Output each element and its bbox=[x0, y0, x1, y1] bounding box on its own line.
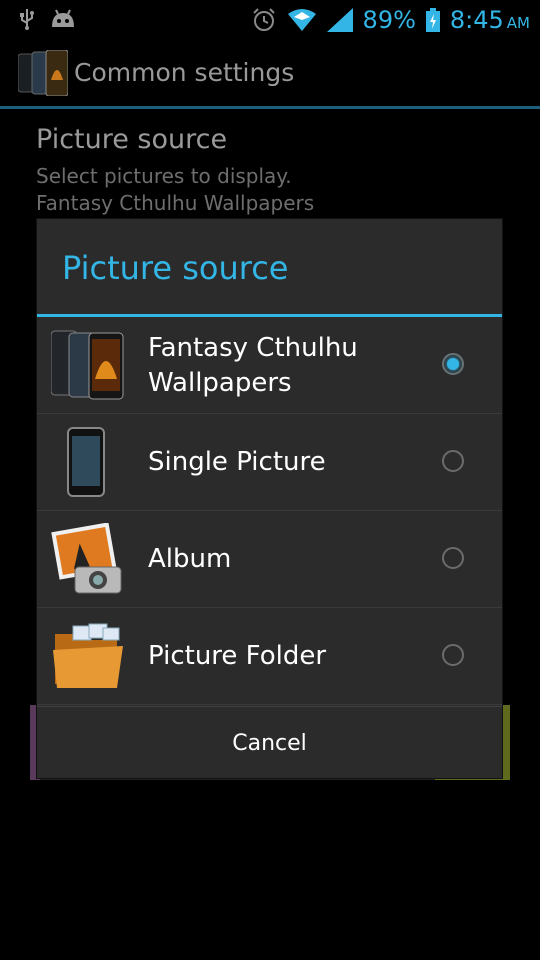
usb-icon bbox=[20, 9, 34, 30]
battery-charging-icon bbox=[425, 8, 440, 32]
preference-title: Picture source bbox=[36, 124, 228, 155]
wifi-icon bbox=[287, 9, 316, 31]
option-label: Picture Folder bbox=[148, 641, 327, 671]
cancel-button[interactable]: Cancel bbox=[37, 706, 502, 779]
actionbar-divider bbox=[0, 106, 540, 109]
option-label: Fantasy Cthulhu Wallpapers bbox=[148, 333, 358, 398]
alarm-icon bbox=[252, 8, 275, 31]
photo-album-icon bbox=[51, 523, 122, 594]
battery-percent: 89% bbox=[362, 6, 416, 34]
option-fantasy-cthulhu-wallpapers[interactable]: Fantasy Cthulhu Wallpapers bbox=[37, 317, 502, 414]
radio-unselected[interactable] bbox=[442, 644, 464, 666]
wallpaper-phones-icon bbox=[51, 330, 124, 400]
dialog-title: Picture source bbox=[62, 249, 289, 287]
option-single-picture[interactable]: Single Picture bbox=[37, 414, 502, 511]
app-icon[interactable] bbox=[18, 50, 68, 96]
preference-summary: Select pictures to display. Fantasy Cthu… bbox=[36, 164, 315, 215]
option-label: Single Picture bbox=[148, 447, 326, 477]
radio-unselected[interactable] bbox=[442, 450, 464, 472]
picture-source-preference[interactable]: Picture source Select pictures to displa… bbox=[36, 124, 314, 217]
option-label: Album bbox=[148, 544, 232, 574]
phone-icon bbox=[67, 427, 105, 497]
folder-icon bbox=[53, 623, 123, 688]
signal-icon bbox=[326, 8, 353, 32]
clock: 8:45 AM bbox=[449, 6, 530, 34]
status-bar: 89% 8:45 AM bbox=[0, 0, 540, 38]
page-title: Common settings bbox=[74, 58, 295, 87]
option-picture-folder[interactable]: Picture Folder bbox=[37, 608, 502, 705]
picture-source-dialog: Picture source Fantasy Cthulhu Wallpaper… bbox=[37, 219, 502, 778]
radio-selected[interactable] bbox=[442, 353, 464, 375]
radio-unselected[interactable] bbox=[442, 547, 464, 569]
action-bar: Common settings bbox=[0, 38, 540, 106]
android-debug-icon bbox=[52, 9, 74, 27]
option-album[interactable]: Album bbox=[37, 511, 502, 608]
